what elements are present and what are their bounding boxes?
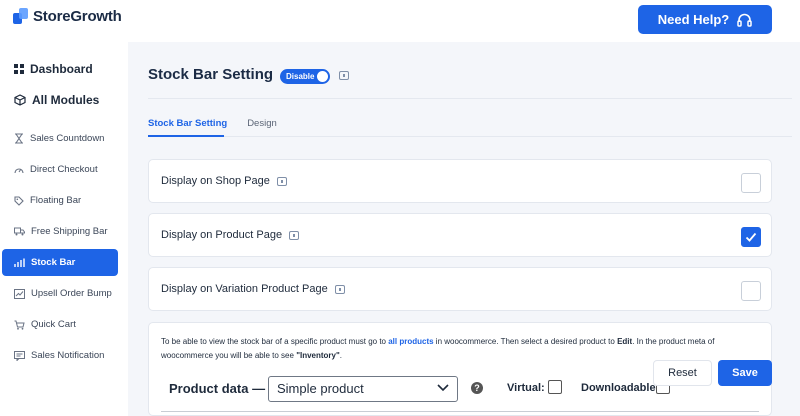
all-products-link[interactable]: all products [388,337,433,346]
setting-label-wrap: Display on Variation Product Page [161,283,345,295]
virtual-label: Virtual: [507,382,545,394]
header-divider [148,98,792,99]
tab-bar: Stock Bar Setting Design [148,118,277,129]
cart-icon [14,320,25,330]
product-data-label: Product data — [169,381,266,396]
sidebar-item-label: Quick Cart [31,319,76,330]
chevron-down-icon [437,384,449,392]
sidebar-item-label: Sales Notification [31,350,105,361]
sidebar-item-free-shipping-bar[interactable]: Free Shipping Bar [2,218,118,245]
setting-label-wrap: Display on Product Page [161,229,300,241]
product-type-select[interactable]: Simple product [268,376,458,402]
reset-button[interactable]: Reset [653,360,712,386]
sidebar-item-floating-bar[interactable]: Floating Bar [2,187,118,214]
main-content: Stock Bar Setting Disable Stock Bar Sett… [128,42,800,416]
setting-label: Display on Shop Page [161,175,270,187]
setting-label: Display on Product Page [161,229,283,241]
tab-stock-bar-setting[interactable]: Stock Bar Setting [148,118,227,129]
page-title: Stock Bar Setting [148,66,274,83]
tab-design[interactable]: Design [247,118,277,129]
virtual-checkbox[interactable] [548,380,562,394]
save-button[interactable]: Save [718,360,772,386]
toggle-label: Disable [286,72,315,81]
desc-bold: Edit [617,337,633,346]
tab-divider [148,136,792,137]
sidebar-item-label: Floating Bar [30,195,82,206]
sidebar-item-label: Upsell Order Bump [31,288,112,299]
bar-chart-icon [14,258,25,267]
checkmark-icon [745,232,757,242]
sidebar-item-sales-notification[interactable]: Sales Notification [2,342,118,369]
sidebar-item-upsell-order-bump[interactable]: Upsell Order Bump [2,280,118,307]
hourglass-icon [15,133,23,144]
sidebar-item-label: All Modules [32,93,100,107]
product-data-divider [161,411,759,412]
gauge-icon [14,167,24,173]
info-icon[interactable] [334,284,345,294]
product-page-checkbox[interactable] [741,227,761,247]
setting-label-wrap: Display on Shop Page [161,175,287,187]
sidebar-item-direct-checkout[interactable]: Direct Checkout [2,156,118,183]
setting-row-variation-product-page: Display on Variation Product Page [148,267,772,311]
sidebar-item-sales-countdown[interactable]: Sales Countdown [2,125,118,152]
tag-icon [14,195,24,206]
truck-icon [14,227,25,236]
product-type-value: Simple product [277,381,364,396]
variation-page-checkbox[interactable] [741,281,761,301]
grid-icon [14,64,24,74]
active-tab-indicator [148,135,224,137]
storegrowth-logo-icon [13,8,28,24]
toggle-knob [317,71,328,82]
downloadable-label: Downloadable: [581,382,660,394]
sidebar-item-label: Sales Countdown [30,133,105,144]
info-icon[interactable] [289,230,300,240]
brand-name: StoreGrowth [33,7,122,25]
instructions-text: To be able to view the stock bar of a sp… [161,335,761,363]
trend-up-icon [14,288,25,299]
setting-label: Display on Variation Product Page [161,283,328,295]
need-help-label: Need Help? [657,12,730,27]
sidebar-item-quick-cart[interactable]: Quick Cart [2,311,118,338]
setting-row-shop-page: Display on Shop Page [148,159,772,203]
notification-icon [14,350,25,361]
cube-icon [14,94,26,106]
sidebar-item-label: Free Shipping Bar [31,226,108,237]
page-header: Stock Bar Setting Disable [128,46,792,102]
sidebar-item-label: Direct Checkout [30,164,98,175]
desc-text: To be able to view the stock bar of a sp… [161,337,389,346]
shop-page-checkbox[interactable] [741,173,761,193]
sidebar-item-dashboard[interactable]: Dashboard [14,62,93,76]
sidebar-item-all-modules[interactable]: All Modules [14,93,99,107]
desc-bold: "Inventory" [296,351,340,360]
headset-icon [737,13,752,27]
sidebar: Dashboard All Modules Sales Countdown Di… [0,42,128,416]
info-icon[interactable] [276,176,287,186]
brand-logo[interactable]: StoreGrowth [13,7,122,25]
top-bar: StoreGrowth Need Help? [0,0,800,42]
sidebar-item-label: Dashboard [30,62,93,76]
info-icon[interactable] [339,71,349,80]
desc-text: . [339,351,343,360]
sidebar-item-stock-bar[interactable]: Stock Bar [2,249,118,276]
setting-row-product-page: Display on Product Page [148,213,772,257]
sidebar-item-label: Stock Bar [31,257,76,268]
module-toggle[interactable]: Disable [280,69,330,84]
need-help-button[interactable]: Need Help? [638,5,772,34]
help-question-icon[interactable]: ? [471,382,483,394]
desc-text: in woocommerce. Then select a desired pr… [433,337,618,346]
